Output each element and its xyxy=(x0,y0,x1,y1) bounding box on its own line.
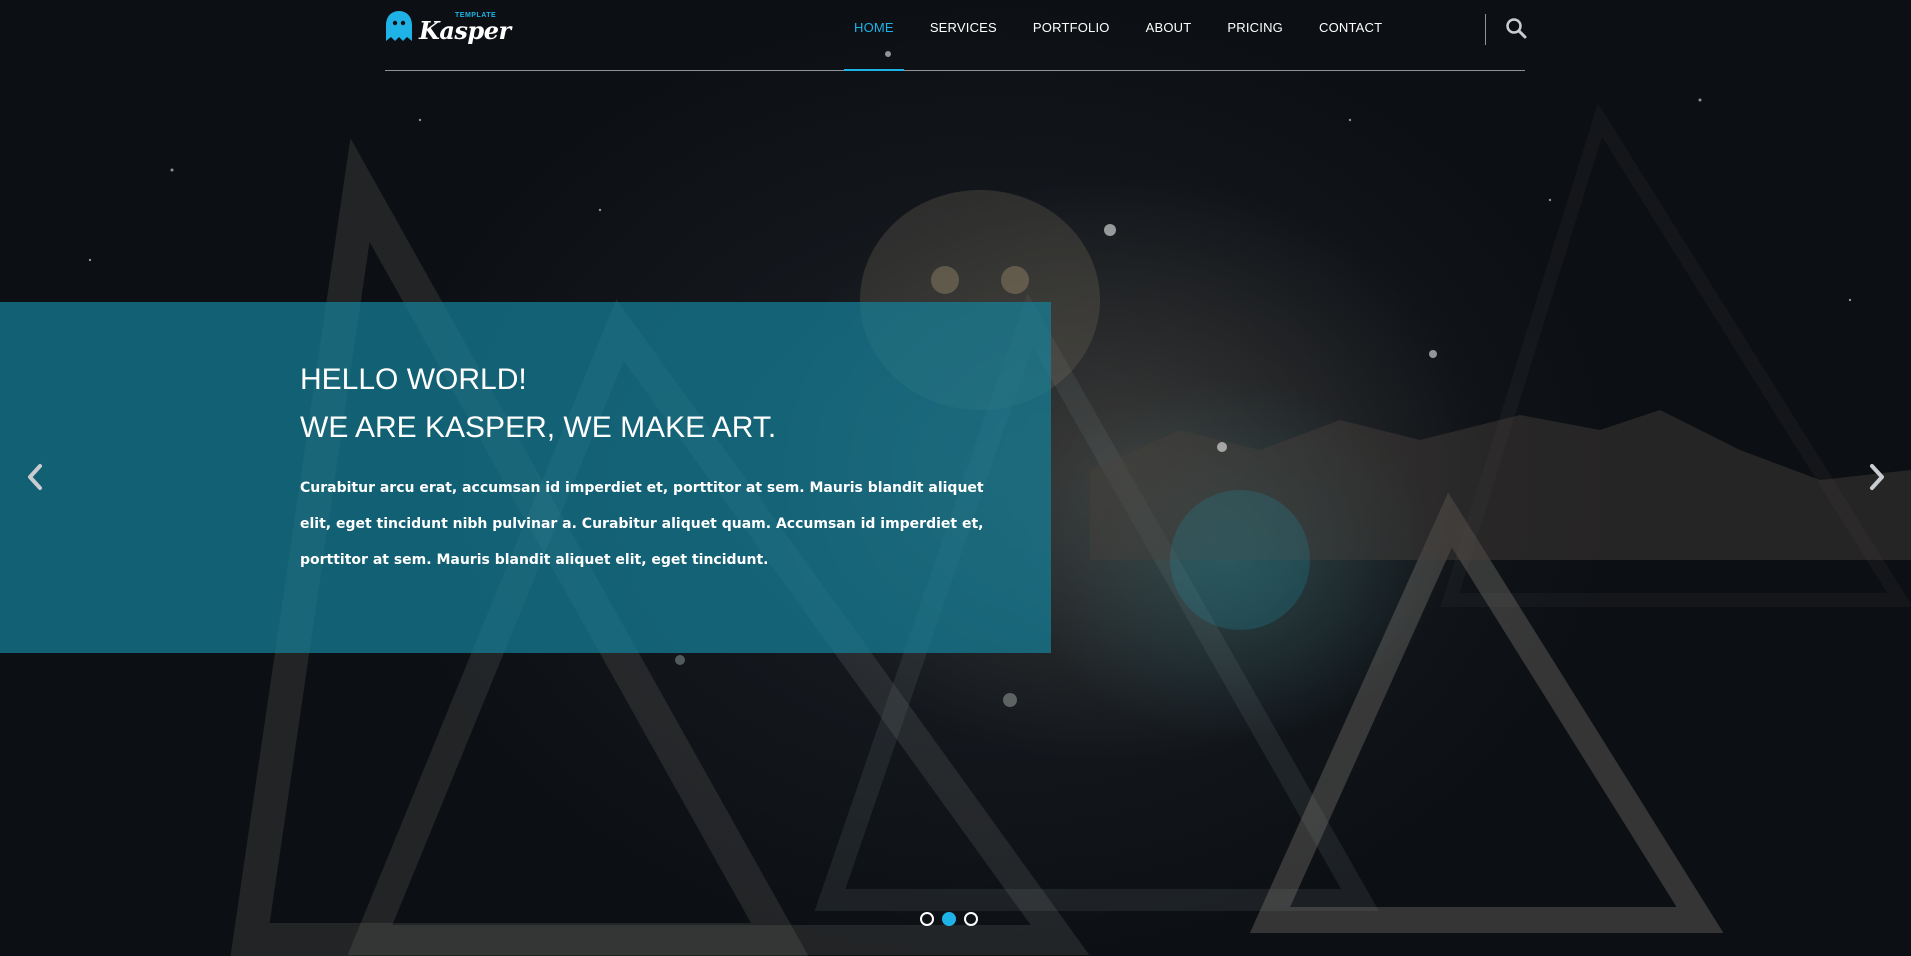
main-nav: HOME SERVICES PORTFOLIO ABOUT PRICING CO… xyxy=(836,0,1400,71)
slider-dot-2[interactable] xyxy=(942,912,956,926)
slide-heading-line1: HELLO WORLD! xyxy=(300,363,527,396)
chevron-right-icon[interactable] xyxy=(1866,462,1888,492)
chevron-left-icon[interactable] xyxy=(24,462,46,492)
ghost-icon xyxy=(386,11,412,41)
slider-dot-1[interactable] xyxy=(920,912,934,926)
slide-heading: HELLO WORLD! WE ARE KASPER, WE MAKE ART. xyxy=(300,356,776,452)
search-icon[interactable] xyxy=(1505,17,1527,39)
slide-description: Curabitur arcu erat, accumsan id imperdi… xyxy=(300,480,984,568)
nav-item-contact[interactable]: CONTACT xyxy=(1301,0,1400,70)
logo[interactable]: TEMPLATE Kasper xyxy=(385,10,511,46)
nav-item-pricing[interactable]: PRICING xyxy=(1209,0,1301,70)
nav-item-about[interactable]: ABOUT xyxy=(1128,0,1210,70)
nav-item-home[interactable]: HOME xyxy=(836,0,912,71)
site-header: TEMPLATE Kasper HOME SERVICES PORTFOLIO … xyxy=(385,0,1527,71)
slide-caption: HELLO WORLD! WE ARE KASPER, WE MAKE ART.… xyxy=(0,302,1051,653)
slide-heading-line2: WE ARE KASPER, WE MAKE ART. xyxy=(300,411,777,444)
hero-slider: TEMPLATE Kasper HOME SERVICES PORTFOLIO … xyxy=(0,0,1911,956)
nav-item-portfolio[interactable]: PORTFOLIO xyxy=(1015,0,1128,70)
logo-text: Kasper xyxy=(419,16,511,45)
search-divider xyxy=(1485,14,1486,45)
slider-dots xyxy=(920,912,978,926)
nav-item-services[interactable]: SERVICES xyxy=(912,0,1015,70)
slider-dot-3[interactable] xyxy=(964,912,978,926)
